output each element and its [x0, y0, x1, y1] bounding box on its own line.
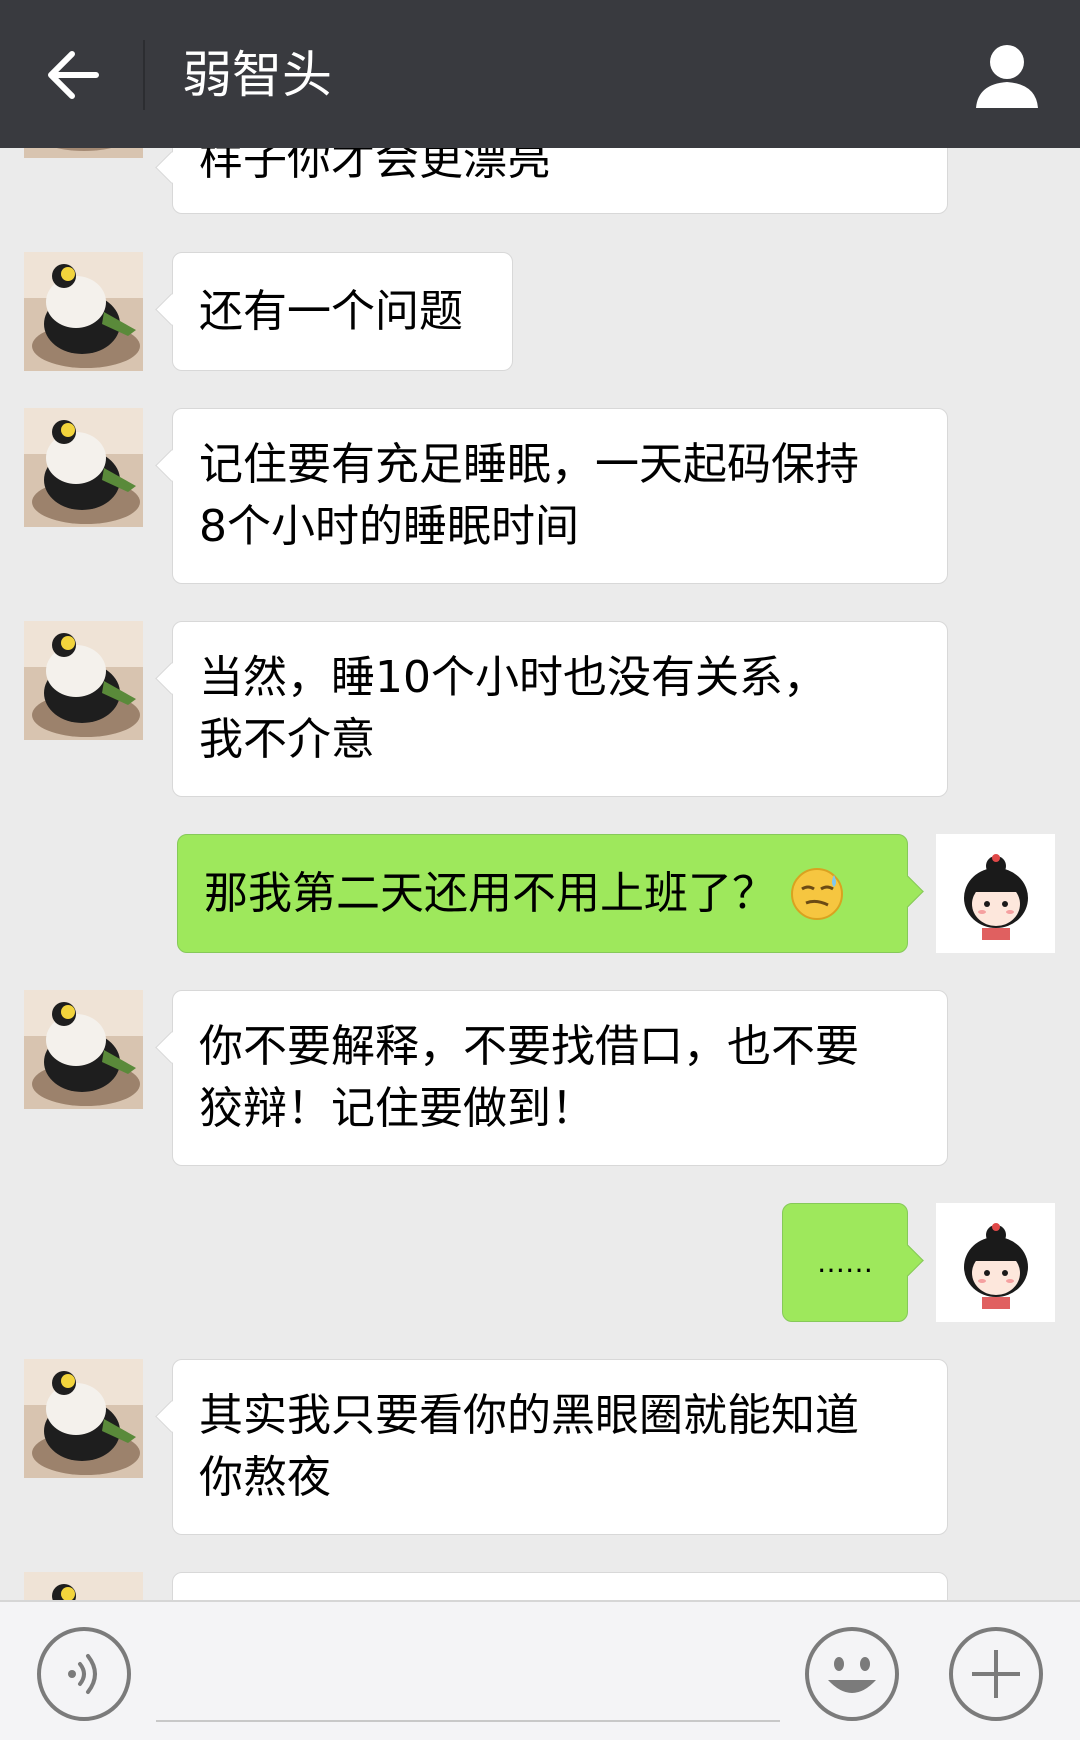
contact-avatar[interactable] [24, 1572, 143, 1600]
message-bubble-outgoing[interactable]: …… [782, 1203, 908, 1322]
contact-avatar[interactable] [24, 408, 143, 527]
plus-icon[interactable] [948, 1626, 1044, 1722]
header-divider [143, 40, 145, 110]
message-bubble[interactable]: 还有一个问题 [172, 252, 513, 371]
panda-avatar-image [24, 621, 143, 740]
message-text: 还有一个问题 [199, 285, 463, 337]
voice-icon[interactable] [36, 1626, 132, 1722]
message-text: …… [817, 1245, 873, 1279]
message-text: 那我第二天还用不用上班了？ [204, 867, 776, 919]
message-line: 狡辩！记住要做到！ [199, 1083, 595, 1134]
girl-avatar-image [936, 1203, 1055, 1322]
person-icon[interactable] [970, 38, 1044, 112]
contact-avatar[interactable] [24, 1359, 143, 1478]
message-bubble[interactable]: 当然，睡10个小时也没有关系， 我不介意 [172, 621, 948, 797]
message-text: 其实我只要看你的黑眼圈就能知道 你熬夜 [199, 1385, 859, 1509]
message-text: 你不要解释，不要找借口，也不要 狡辩！记住要做到！ [199, 1016, 859, 1140]
message-bubble-outgoing[interactable]: 那我第二天还用不用上班了？ [177, 834, 908, 953]
smiley-icon[interactable] [804, 1626, 900, 1722]
chat-title: 弱智头 [182, 46, 332, 104]
message-line: 其实我只要看你的黑眼圈就能知道 [199, 1390, 859, 1441]
my-avatar[interactable] [936, 1203, 1055, 1322]
contact-avatar[interactable] [24, 990, 143, 1109]
panda-avatar-image [24, 990, 143, 1109]
contact-avatar[interactable] [24, 621, 143, 740]
sweat-smirk-emoji-icon [791, 867, 843, 920]
input-toolbar [0, 1600, 1080, 1740]
chat-header: 弱智头 [0, 0, 1080, 148]
my-avatar[interactable] [936, 834, 1055, 953]
message-text: 记住要有充足睡眠，一天起码保持 8个小时的睡眠时间 [199, 434, 859, 558]
message-line: 你不要解释，不要找借口，也不要 [199, 1021, 859, 1072]
back-arrow-icon[interactable] [40, 40, 110, 110]
message-line: 你熬夜 [199, 1452, 331, 1503]
message-line: 8个小时的睡眠时间 [199, 501, 579, 552]
message-bubble[interactable]: 你不要解释，不要找借口，也不要 狡辩！记住要做到！ [172, 990, 948, 1166]
message-list[interactable]: 样子你才会更漂亮 还有一个问题 记住要有充足睡眠，一天起码保持 8个小时的睡眠时… [0, 0, 1080, 1600]
message-line: 当然，睡10个小时也没有关系， [199, 652, 827, 703]
panda-avatar-image [24, 1359, 143, 1478]
contact-avatar[interactable] [24, 252, 143, 371]
message-bubble[interactable] [172, 1572, 948, 1600]
message-line: 我不介意 [199, 714, 375, 765]
panda-avatar-image [24, 252, 143, 371]
message-bubble[interactable]: 记住要有充足睡眠，一天起码保持 8个小时的睡眠时间 [172, 408, 948, 584]
message-text: 当然，睡10个小时也没有关系， 我不介意 [199, 647, 827, 771]
message-bubble[interactable]: 其实我只要看你的黑眼圈就能知道 你熬夜 [172, 1359, 948, 1535]
panda-avatar-image [24, 408, 143, 527]
message-line: 记住要有充足睡眠，一天起码保持 [199, 439, 859, 490]
girl-avatar-image [936, 834, 1055, 953]
message-input[interactable] [156, 1720, 780, 1722]
